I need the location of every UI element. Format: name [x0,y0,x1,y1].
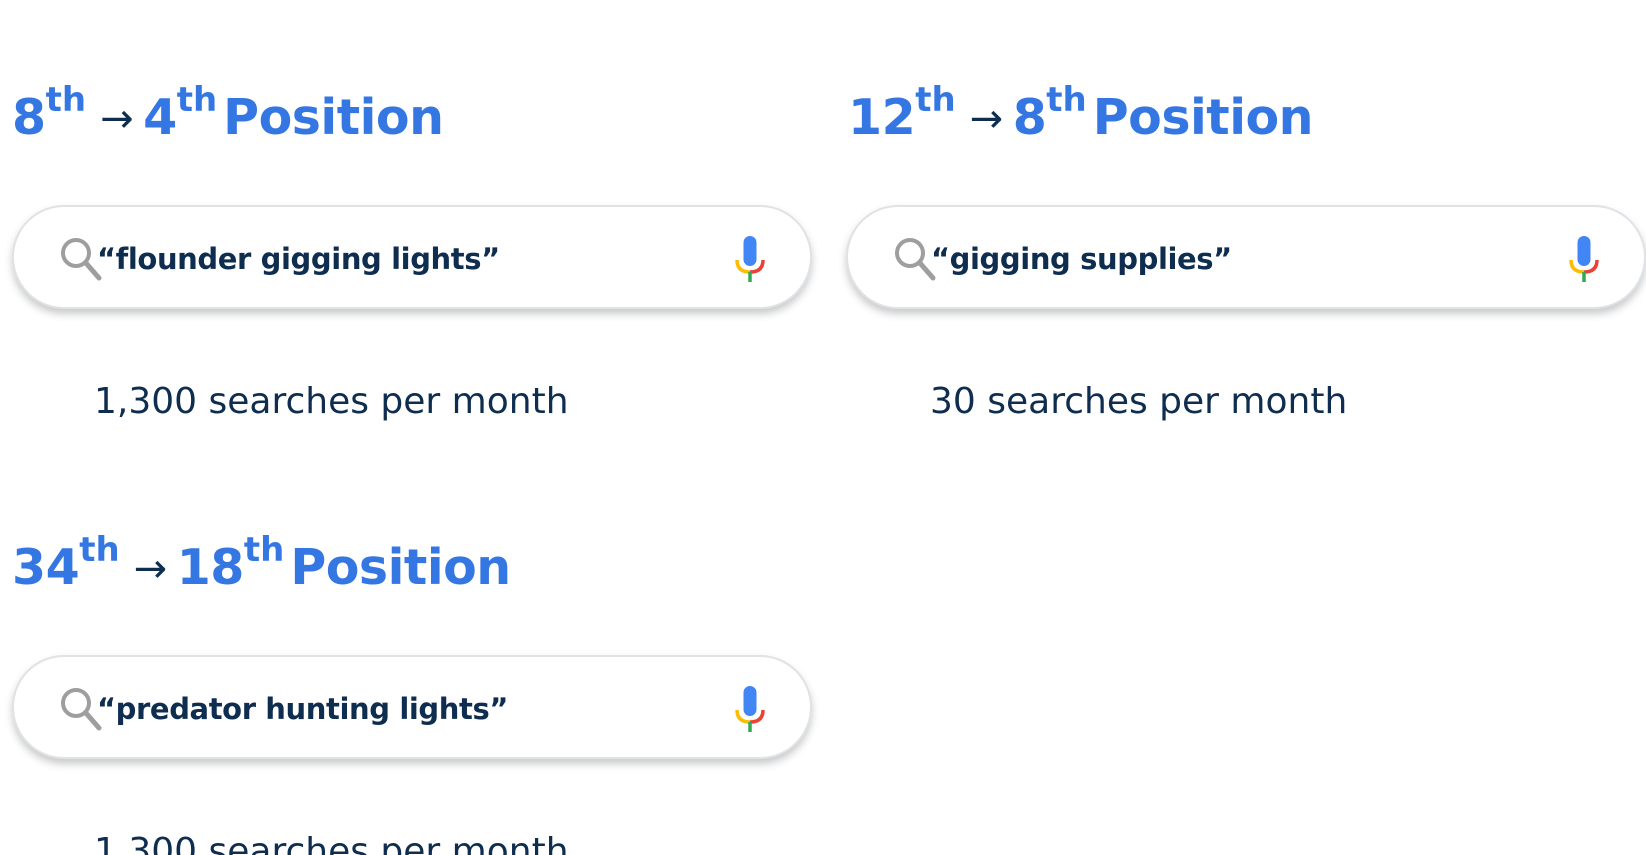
arrow-icon: → [969,96,1004,142]
search-bar[interactable]: “predator hunting lights” [12,655,812,759]
position-heading: 34th → 18th Position [12,533,511,601]
position-heading: 12th → 8th Position [848,83,1314,151]
to-position-suffix: th [1046,79,1087,120]
from-position-suffix: th [45,79,87,120]
position-heading: 8th → 4th Position [12,83,444,151]
microphone-icon[interactable] [1566,234,1602,284]
to-position-suffix: th [243,529,285,570]
ranking-block-3: 34th → 18th Position “predator hunting ligh… [12,533,832,855]
from-position-suffix: th [915,79,956,120]
from-position: 8 [12,89,46,146]
from-position: 34 [12,539,80,596]
arrow-icon: → [133,546,168,592]
position-word: Position [223,89,444,146]
ranking-block-1: 8th → 4th Position “flounder gigging lights… [12,83,832,422]
to-position-suffix: th [176,79,218,120]
position-word: Position [290,539,511,596]
monthly-search-volume: 30 searches per month [930,381,1348,422]
search-query: “predator hunting lights” [97,692,509,726]
from-position: 12 [848,89,916,146]
monthly-search-volume: 1,300 searches per month [94,831,569,855]
arrow-icon: → [100,96,134,142]
to-position: 18 [176,539,245,596]
search-query: “flounder gigging lights” [97,242,500,276]
monthly-search-volume: 1,300 searches per month [94,381,569,422]
to-position: 4 [143,89,177,146]
search-bar[interactable]: “gigging supplies” [846,205,1646,309]
keyword-ranking-panel: 8th → 4th Position “flounder gigging lights… [0,0,1646,855]
search-bar[interactable]: “flounder gigging lights” [12,205,812,309]
from-position-suffix: th [79,529,120,570]
search-query: “gigging supplies” [931,242,1232,276]
microphone-icon[interactable] [732,684,768,734]
microphone-icon[interactable] [732,234,768,284]
position-word: Position [1092,89,1314,146]
to-position: 8 [1012,89,1047,146]
ranking-block-2: 12th → 8th Position “gigging supplies” 30 s… [846,83,1646,422]
